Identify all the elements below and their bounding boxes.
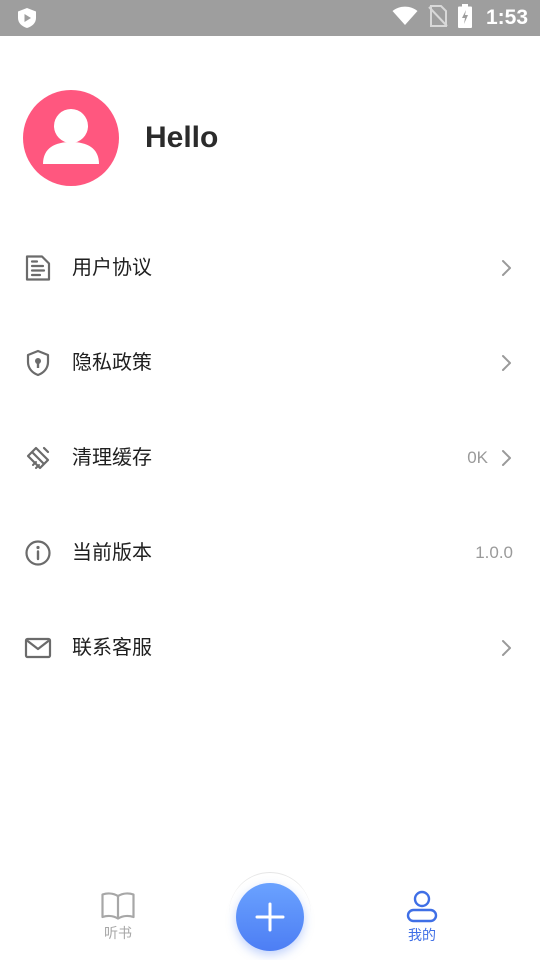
bottom-nav: 听书 我的 bbox=[0, 860, 540, 960]
nav-tab-mine[interactable]: 我的 bbox=[382, 890, 462, 950]
menu-item-label: 清理缓存 bbox=[72, 445, 152, 469]
person-icon bbox=[382, 890, 462, 924]
nav-label: 我的 bbox=[408, 928, 436, 944]
version-value: 1.0.0 bbox=[475, 543, 513, 562]
shield-lock-icon bbox=[23, 348, 53, 378]
profile-header[interactable]: Hello bbox=[0, 90, 540, 186]
no-sim-icon bbox=[428, 5, 448, 31]
cache-size-value: 0K bbox=[467, 448, 488, 467]
settings-menu: 用户协议 隐私政策 清理缓存 0K 当前版本 1.0.0 联系客服 bbox=[0, 220, 540, 695]
chevron-right-icon bbox=[496, 447, 516, 469]
menu-item-current-version: 当前版本 1.0.0 bbox=[0, 505, 540, 600]
broom-icon bbox=[23, 443, 53, 473]
menu-item-label: 用户协议 bbox=[72, 255, 152, 279]
plus-icon bbox=[255, 902, 285, 932]
menu-item-label: 当前版本 bbox=[72, 540, 152, 564]
wifi-icon bbox=[392, 6, 418, 30]
document-icon bbox=[23, 253, 53, 283]
info-icon bbox=[23, 538, 53, 568]
chevron-right-icon bbox=[496, 352, 516, 374]
battery-charging-icon bbox=[457, 4, 472, 32]
mail-icon bbox=[23, 633, 53, 663]
app-shield-icon bbox=[16, 7, 38, 29]
status-bar: 1:53 bbox=[0, 0, 540, 36]
add-button[interactable] bbox=[236, 883, 304, 951]
status-icons: 1:53 bbox=[392, 0, 528, 36]
user-avatar-icon[interactable] bbox=[23, 90, 119, 186]
chevron-right-icon bbox=[496, 637, 516, 659]
menu-item-contact-support[interactable]: 联系客服 bbox=[0, 600, 540, 695]
nav-tab-listen[interactable]: 听书 bbox=[78, 890, 158, 950]
menu-item-label: 隐私政策 bbox=[72, 350, 152, 374]
menu-item-label: 联系客服 bbox=[72, 635, 152, 659]
profile-name: Hello bbox=[145, 121, 219, 154]
menu-item-privacy-policy[interactable]: 隐私政策 bbox=[0, 315, 540, 410]
status-time: 1:53 bbox=[485, 6, 528, 29]
menu-item-clear-cache[interactable]: 清理缓存 0K bbox=[0, 410, 540, 505]
nav-label: 听书 bbox=[104, 926, 132, 942]
chevron-right-icon bbox=[496, 257, 516, 279]
menu-item-user-agreement[interactable]: 用户协议 bbox=[0, 220, 540, 315]
book-icon bbox=[78, 890, 158, 922]
